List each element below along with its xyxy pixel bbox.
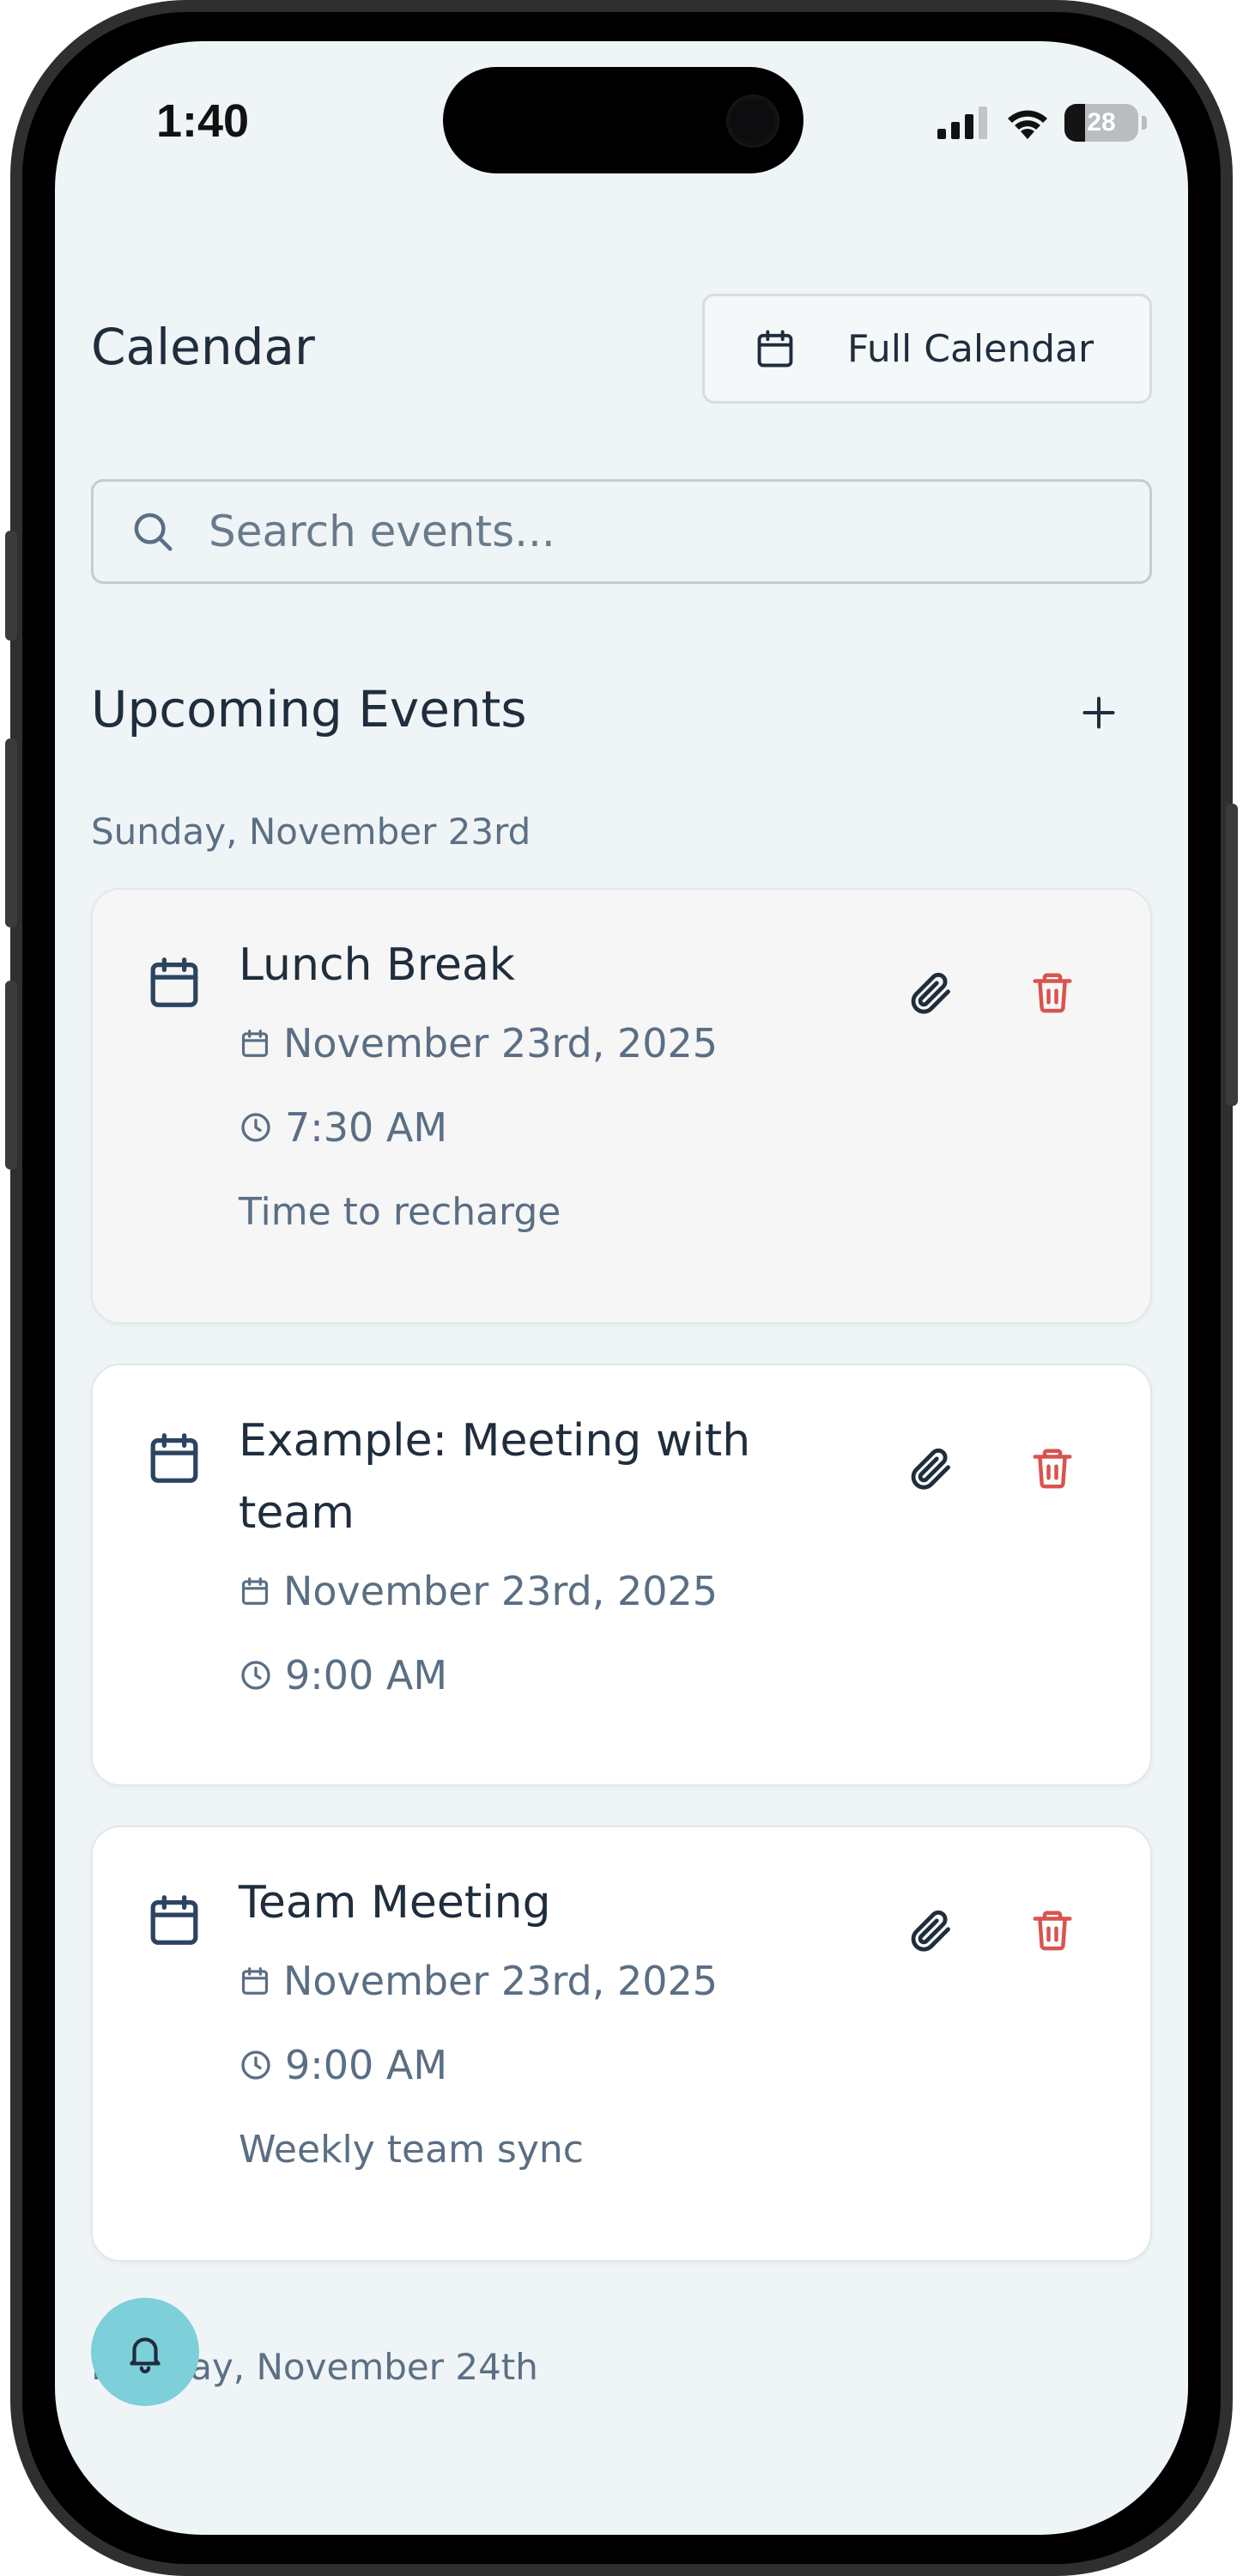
event-description: Weekly team sync xyxy=(239,2127,584,2172)
volume-up-button xyxy=(5,738,17,927)
battery-icon: 28 xyxy=(1064,104,1138,142)
clock-icon xyxy=(241,2050,270,2080)
delete-button[interactable] xyxy=(1018,1896,1087,1965)
battery-level: 28 xyxy=(1087,108,1116,137)
status-time: 1:40 xyxy=(156,95,250,147)
search-field[interactable] xyxy=(91,479,1152,584)
event-details: Example: Meeting with team November 23rd… xyxy=(239,1415,788,1717)
status-icons: 28 xyxy=(936,101,1147,144)
paperclip-icon xyxy=(911,972,950,1014)
event-time-row: 9:00 AM xyxy=(239,1633,788,1717)
add-event-button[interactable] xyxy=(1064,678,1133,747)
small-calendar-icon xyxy=(241,1030,269,1057)
small-calendar-icon xyxy=(241,1967,269,1995)
event-card[interactable]: Team Meeting November 23rd, 2025 9:00 AM… xyxy=(91,1826,1152,2262)
plus-icon xyxy=(1082,696,1115,729)
trash-icon xyxy=(1033,1449,1072,1489)
event-card[interactable]: Lunch Break November 23rd, 2025 7:30 AM … xyxy=(91,888,1152,1324)
full-calendar-label: Full Calendar xyxy=(847,326,1094,371)
delete-button[interactable] xyxy=(1018,1434,1087,1503)
clock-icon xyxy=(241,1661,270,1690)
event-date: November 23rd, 2025 xyxy=(283,1568,719,1614)
trash-icon xyxy=(1033,973,1072,1013)
event-details: Lunch Break November 23rd, 2025 7:30 AM … xyxy=(239,939,840,1254)
event-date-row: November 23rd, 2025 xyxy=(239,1939,840,2023)
event-title: Example: Meeting with team xyxy=(239,1415,751,1539)
search-input[interactable] xyxy=(207,506,1069,557)
volume-down-button xyxy=(5,981,17,1170)
clock-icon xyxy=(241,1113,270,1142)
full-calendar-button[interactable]: Full Calendar xyxy=(702,294,1152,404)
event-description: Time to recharge xyxy=(239,1189,561,1234)
small-calendar-icon xyxy=(241,1577,269,1605)
date-group-header: Sunday, November 23rd xyxy=(91,811,531,853)
battery-fill xyxy=(1064,104,1086,142)
notifications-button[interactable] xyxy=(91,2298,199,2406)
attach-button[interactable] xyxy=(896,1434,965,1503)
event-title: Team Meeting xyxy=(239,1877,551,1929)
event-date: November 23rd, 2025 xyxy=(283,1020,719,1066)
event-time: 7:30 AM xyxy=(285,1104,448,1151)
front-camera xyxy=(726,94,779,148)
attach-button[interactable] xyxy=(896,1896,965,1965)
event-time-row: 9:00 AM xyxy=(239,2023,840,2107)
wifi-icon xyxy=(1008,110,1047,139)
event-date-row: November 23rd, 2025 xyxy=(239,1549,788,1633)
action-button xyxy=(5,531,17,641)
dynamic-island xyxy=(443,67,803,173)
bell-icon xyxy=(130,2337,161,2373)
event-details: Team Meeting November 23rd, 2025 9:00 AM… xyxy=(239,1877,840,2191)
event-calendar-icon xyxy=(150,1433,198,1483)
attach-button[interactable] xyxy=(896,958,965,1027)
paperclip-icon xyxy=(911,1448,950,1490)
event-date-row: November 23rd, 2025 xyxy=(239,1001,840,1085)
calendar-icon xyxy=(757,330,793,368)
event-time: 9:00 AM xyxy=(285,1652,448,1698)
event-time-row: 7:30 AM xyxy=(239,1085,840,1170)
page-title: Calendar xyxy=(91,318,315,376)
event-card[interactable]: Example: Meeting with team November 23rd… xyxy=(91,1364,1152,1786)
paperclip-icon xyxy=(911,1910,950,1952)
power-button xyxy=(1226,804,1238,1106)
battery-cap xyxy=(1142,116,1147,130)
cellular-signal-icon xyxy=(937,106,987,139)
event-date: November 23rd, 2025 xyxy=(283,1958,719,2004)
event-calendar-icon xyxy=(150,1895,198,1945)
delete-button[interactable] xyxy=(1018,958,1087,1027)
trash-icon xyxy=(1033,1911,1072,1951)
event-time: 9:00 AM xyxy=(285,2042,448,2088)
event-calendar-icon xyxy=(150,957,198,1007)
search-icon xyxy=(134,513,173,551)
upcoming-events-title: Upcoming Events xyxy=(91,680,527,738)
event-title: Lunch Break xyxy=(239,939,515,991)
